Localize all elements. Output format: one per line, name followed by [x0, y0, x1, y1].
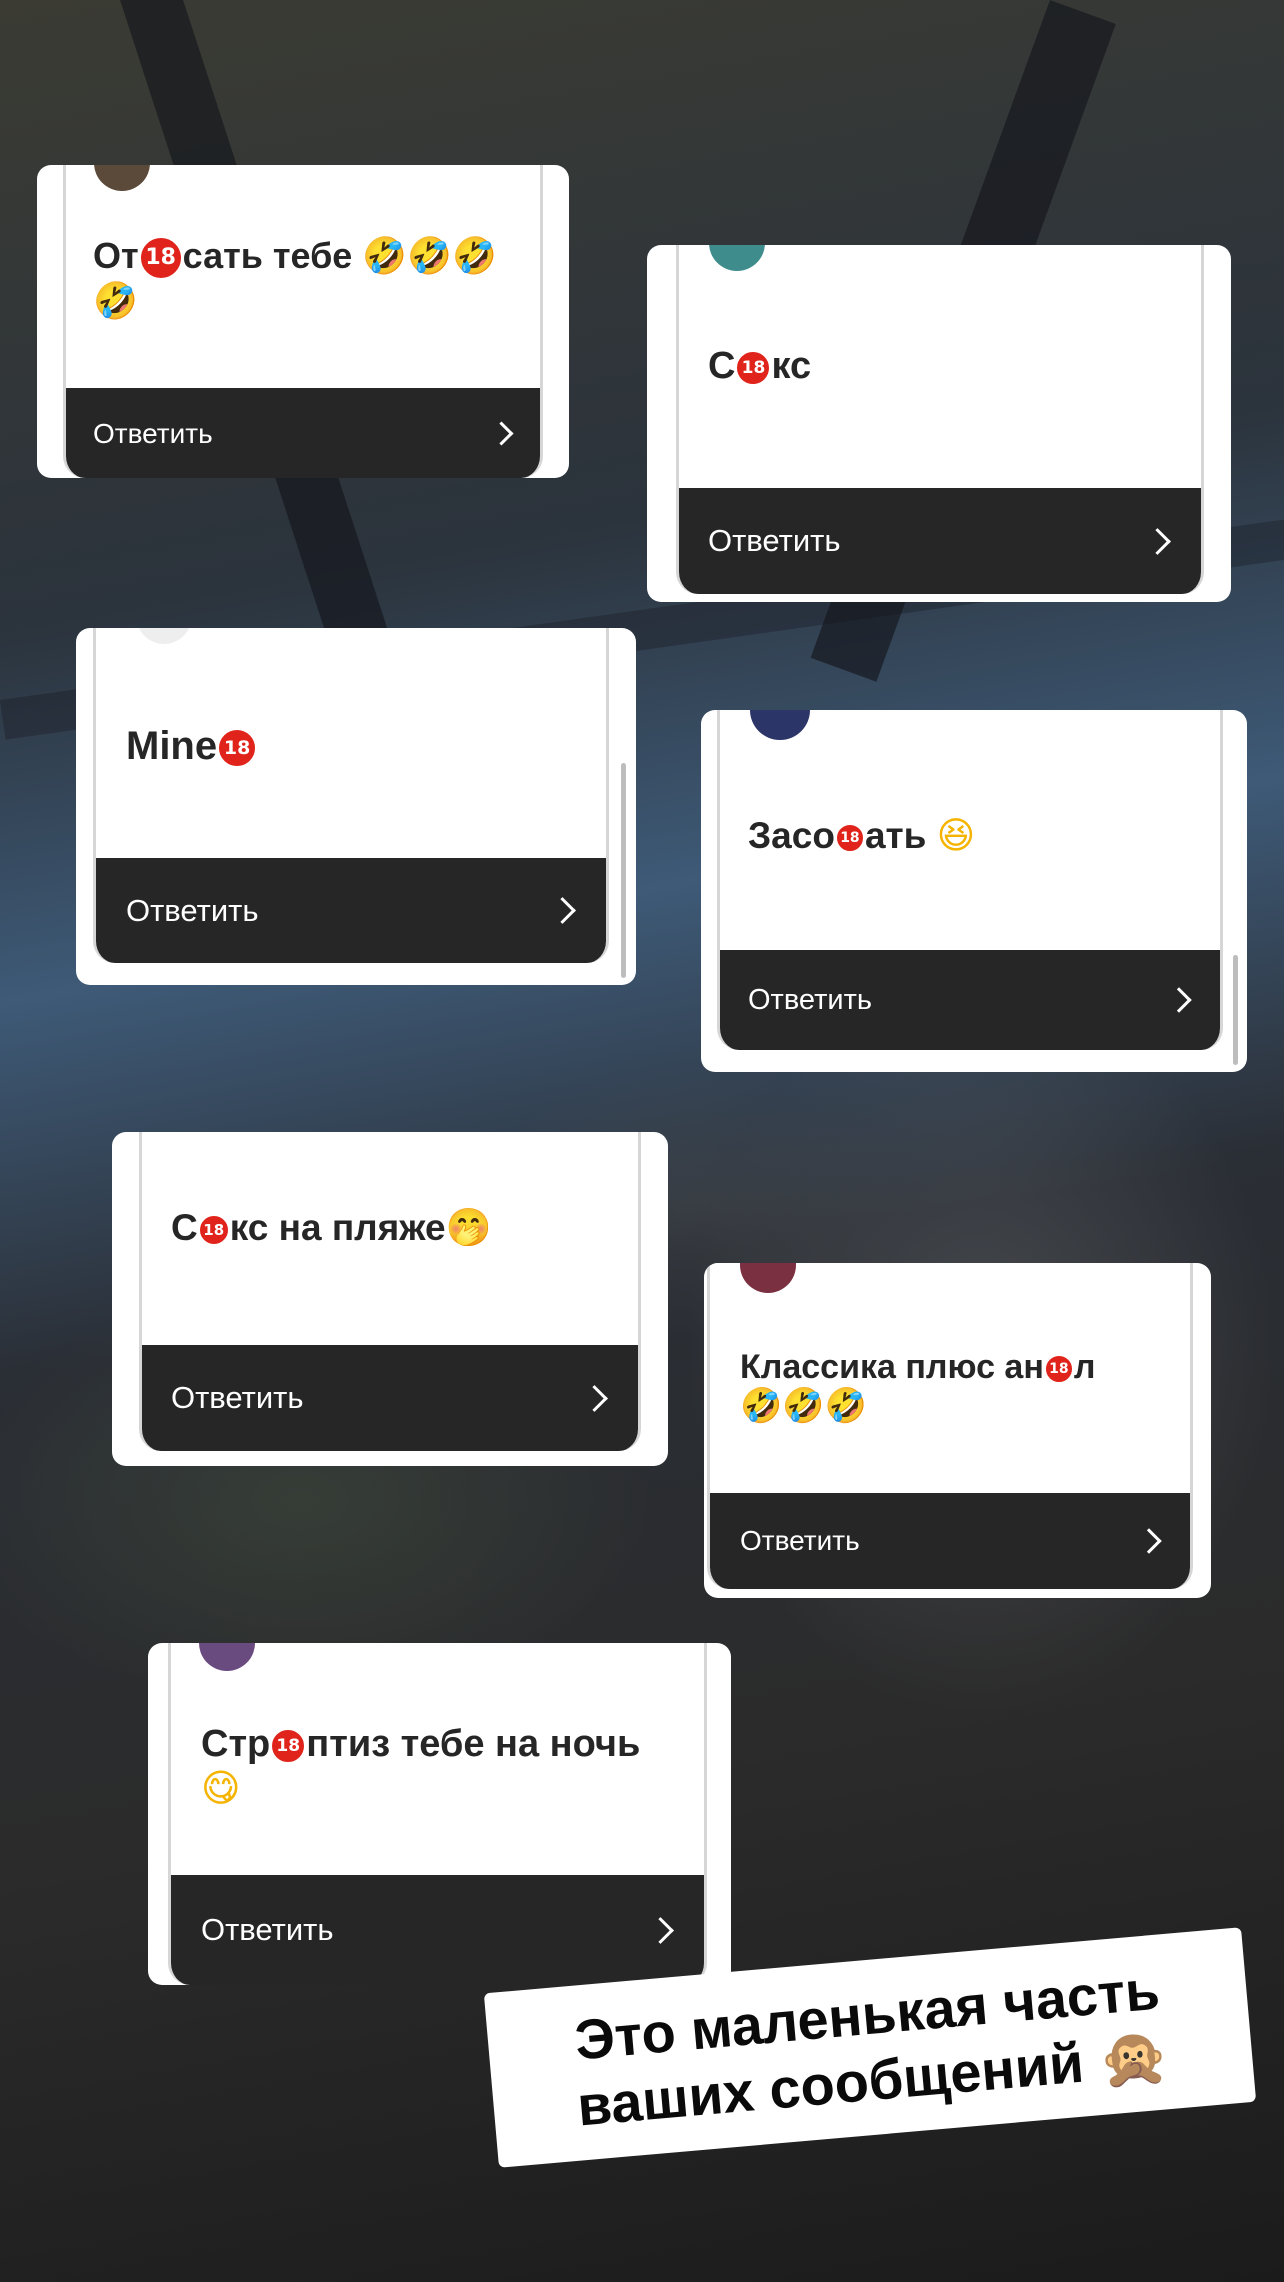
age-18-icon: 18 — [1043, 1354, 1074, 1385]
reply-label: Ответить — [171, 1380, 304, 1415]
chevron-right-icon — [1136, 1528, 1162, 1554]
message-card: С 18 кс на пляже🤭 Ответить — [112, 1132, 668, 1466]
avatar — [740, 1263, 796, 1293]
reply-button[interactable]: Ответить — [720, 950, 1220, 1050]
emoji: 😋 — [201, 1765, 241, 1810]
avatar — [136, 628, 192, 644]
message-text: Mine 18 — [126, 723, 546, 769]
chevron-right-icon — [489, 421, 514, 446]
message-card: Mine 18 Ответить — [76, 628, 636, 985]
message-text: Засо 18 ать 😆 — [748, 814, 976, 857]
message-card: Засо 18 ать 😆 Ответить — [701, 710, 1247, 1072]
message-card: От 18 сать тебе 🤣🤣🤣🤣 Ответить — [37, 165, 569, 478]
message-text: Классика плюс ан 18 л 🤣🤣🤣 — [740, 1348, 1096, 1427]
reply-label: Ответить — [126, 892, 259, 928]
reply-label: Ответить — [708, 523, 841, 558]
chevron-right-icon — [1166, 987, 1192, 1013]
message-card: Стр 18 птиз тебе на ночь 😋 Ответить — [148, 1643, 731, 1985]
emoji: 🤣🤣🤣 — [740, 1386, 868, 1427]
age-18-icon: 18 — [197, 1214, 230, 1247]
scrollbar[interactable] — [621, 763, 626, 978]
reply-label: Ответить — [201, 1912, 334, 1947]
message-text: От 18 сать тебе 🤣🤣🤣🤣 — [93, 235, 497, 323]
reply-label: Ответить — [748, 983, 872, 1016]
message-card: Классика плюс ан 18 л 🤣🤣🤣 Ответить — [704, 1263, 1211, 1598]
message-card: С 18 кс Ответить — [647, 245, 1231, 602]
reply-button[interactable]: Ответить — [679, 488, 1201, 594]
reply-label: Ответить — [740, 1525, 860, 1556]
chevron-right-icon — [1144, 527, 1171, 555]
avatar — [709, 245, 765, 271]
emoji: 🤭 — [445, 1206, 492, 1249]
age-18-icon: 18 — [735, 349, 772, 386]
monkey-emoji-icon: 🙊 — [1096, 2023, 1172, 2095]
scrollbar[interactable] — [1233, 955, 1238, 1065]
age-18-icon: 18 — [217, 728, 258, 769]
age-18-icon: 18 — [138, 236, 183, 281]
reply-button[interactable]: Ответить — [142, 1345, 638, 1451]
reply-button[interactable]: Ответить — [171, 1875, 704, 1985]
message-text: С 18 кс на пляже🤭 — [171, 1206, 492, 1249]
avatar — [199, 1643, 255, 1671]
emoji: 😆 — [936, 814, 976, 857]
chevron-right-icon — [581, 1384, 608, 1412]
avatar — [94, 165, 150, 191]
reply-button[interactable]: Ответить — [96, 858, 606, 963]
message-text: Стр 18 птиз тебе на ночь 😋 — [201, 1723, 641, 1810]
avatar — [750, 710, 810, 740]
message-text: С 18 кс — [708, 345, 812, 387]
reply-label: Ответить — [93, 417, 213, 449]
age-18-icon: 18 — [270, 1727, 307, 1764]
chevron-right-icon — [647, 1916, 674, 1944]
reply-button[interactable]: Ответить — [710, 1493, 1190, 1589]
chevron-right-icon — [549, 897, 576, 924]
reply-button[interactable]: Ответить — [66, 388, 540, 478]
age-18-icon: 18 — [834, 823, 865, 854]
